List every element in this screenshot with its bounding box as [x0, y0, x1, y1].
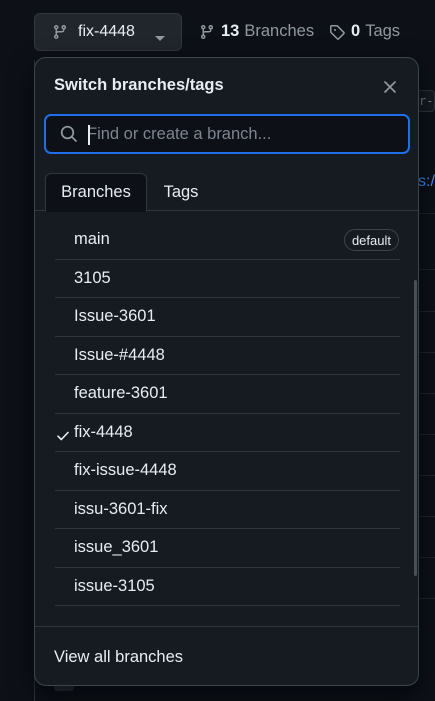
tags-count: 0: [351, 22, 361, 40]
branch-name: fix-4448: [74, 422, 133, 441]
branches-count-link[interactable]: 13 Branches: [199, 22, 314, 41]
dropdown-title: Switch branches/tags: [54, 76, 224, 94]
list-item[interactable]: issu-3601-fix: [55, 491, 400, 529]
divider: [417, 516, 435, 517]
branches-count: 13: [221, 22, 240, 40]
list-item-selected[interactable]: fix-4448: [55, 414, 400, 452]
list-item[interactable]: 3105: [55, 260, 400, 298]
branch-name: issu-3601-fix: [74, 499, 168, 518]
branch-tag-tabs: Branches Tags: [35, 173, 418, 212]
branch-search-input[interactable]: [87, 124, 387, 144]
view-all-branches-link[interactable]: View all branches: [54, 648, 183, 667]
branch-name: issue_3601: [74, 538, 159, 557]
divider: [417, 393, 435, 394]
branch-switcher-dropdown: Switch branches/tags Branches Tags main …: [34, 57, 419, 686]
list-item[interactable]: issue_3601: [55, 529, 400, 568]
list-item[interactable]: feature-3601: [55, 375, 400, 414]
branches-label: Branches: [244, 22, 315, 40]
divider: [417, 434, 435, 435]
tab-tags[interactable]: Tags: [149, 173, 213, 212]
triangle-down-icon: [155, 29, 165, 47]
branch-name: main: [74, 230, 110, 249]
divider: [417, 352, 435, 353]
x-icon: [383, 80, 397, 94]
branch-name: Issue-3601: [74, 307, 156, 326]
tab-branches[interactable]: Branches: [45, 173, 147, 212]
default-badge: default: [343, 229, 399, 251]
branch-name: feature-3601: [74, 384, 168, 403]
divider: [417, 557, 435, 558]
link-fragment[interactable]: s:/: [418, 173, 435, 191]
list-item[interactable]: fix-issue-4448: [55, 452, 400, 491]
list-item[interactable]: main default: [55, 221, 400, 260]
branch-name: issue-3105: [74, 576, 155, 595]
scrollbar[interactable]: [414, 280, 417, 576]
divider: [35, 626, 418, 627]
divider: [417, 213, 435, 214]
branch-name: fix-issue-4448: [74, 461, 177, 480]
git-branch-icon: [52, 24, 68, 40]
divider: [417, 311, 435, 312]
tags-count-link[interactable]: 0 Tags: [329, 22, 400, 41]
divider: [417, 269, 435, 270]
branch-name: Issue-#4448: [74, 345, 165, 364]
branch-name: 3105: [74, 268, 111, 287]
git-branch-icon: [199, 24, 215, 40]
close-button[interactable]: [378, 75, 402, 99]
tag-icon: [329, 24, 345, 40]
branch-selector-button[interactable]: fix-4448: [34, 13, 182, 51]
list-item[interactable]: Issue-3601: [55, 298, 400, 337]
text-cursor: [88, 125, 90, 145]
check-icon: [57, 427, 69, 446]
list-item[interactable]: issue-3105: [55, 568, 400, 606]
search-icon: [60, 125, 78, 143]
list-item[interactable]: Issue-#4448: [55, 337, 400, 375]
tags-label: Tags: [365, 22, 401, 40]
branch-search-field[interactable]: [44, 114, 410, 154]
divider: [417, 598, 435, 599]
current-branch-label: fix-4448: [78, 23, 135, 40]
branch-list: main default 3105 Issue-3601 Issue-#4448…: [55, 221, 400, 606]
divider: [417, 475, 435, 476]
